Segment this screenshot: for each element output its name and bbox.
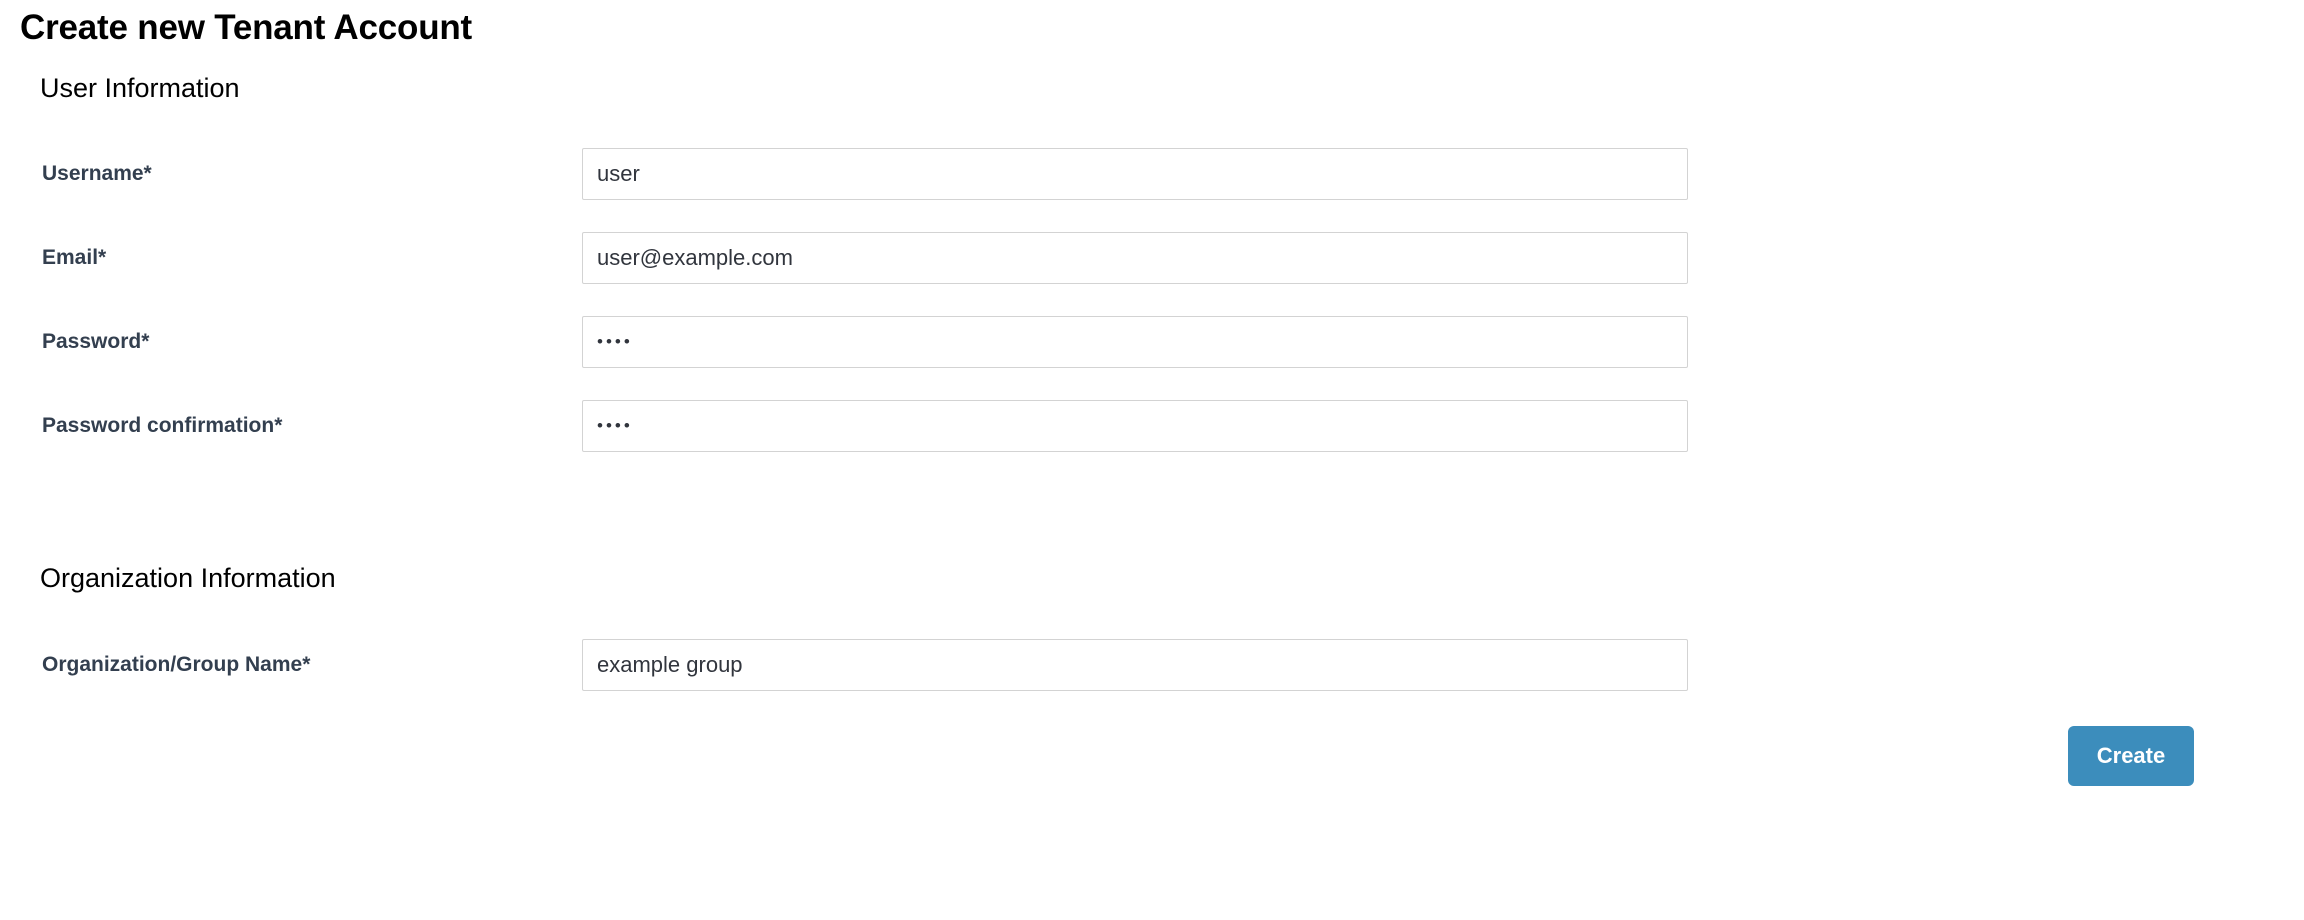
form-row-organization-group-name: Organization/Group Name* [0, 638, 2304, 691]
password-input[interactable]: •••• [582, 316, 1688, 369]
form-row-email: Email* [0, 232, 2304, 285]
organization-group-name-control [582, 638, 1688, 691]
username-input[interactable] [582, 148, 1688, 201]
email-input[interactable] [582, 232, 1688, 285]
password-confirmation-control: •••• [582, 400, 1688, 453]
email-control [582, 232, 1688, 285]
organization-group-name-input[interactable] [582, 638, 1688, 691]
password-confirmation-input[interactable]: •••• [582, 400, 1688, 453]
create-tenant-account-form: User Information Username* Email* Passwo… [0, 72, 2304, 691]
form-row-password-confirmation: Password confirmation* •••• [0, 400, 2304, 453]
username-label: Username* [42, 162, 152, 186]
form-row-username: Username* [0, 148, 2304, 201]
email-label: Email* [42, 246, 107, 270]
password-confirmation-label: Password confirmation* [42, 414, 283, 438]
page-title: Create new Tenant Account [20, 8, 473, 47]
username-control [582, 148, 1688, 201]
password-label: Password* [42, 330, 150, 354]
password-control: •••• [582, 316, 1688, 369]
form-actions: Create [0, 726, 2304, 786]
create-tenant-account-page: Create new Tenant Account User Informati… [0, 0, 2304, 920]
section-heading-organization-information: Organization Information [40, 563, 336, 594]
section-heading-user-information: User Information [40, 73, 240, 103]
create-button[interactable]: Create [2068, 726, 2194, 786]
form-row-password: Password* •••• [0, 316, 2304, 369]
organization-group-name-label: Organization/Group Name* [42, 652, 311, 676]
